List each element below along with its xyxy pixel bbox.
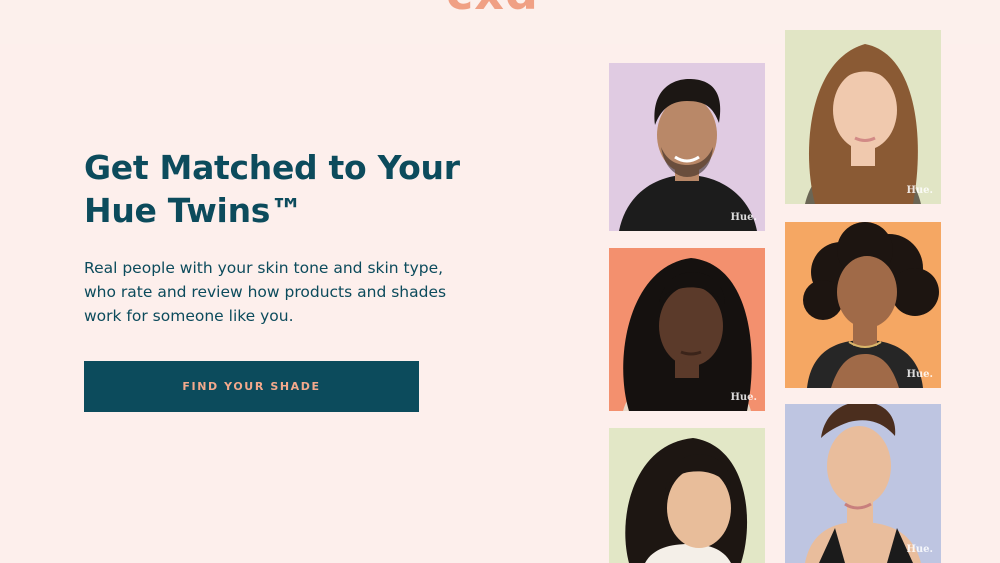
find-your-shade-label: FIND YOUR SHADE [182, 380, 321, 393]
hue-twin-photo-3: Hue. [609, 248, 765, 411]
hue-twin-photo-1: Hue. [609, 63, 765, 231]
hue-watermark-1: Hue. [730, 212, 757, 223]
portrait-man-lavender [619, 79, 757, 231]
hue-watermark-2: Hue. [906, 185, 933, 196]
hue-watermark-3: Hue. [730, 392, 757, 403]
hero-title-line-1: Get Matched to Your [84, 148, 460, 187]
hero-description-line-3: work for someone like you. [84, 307, 294, 325]
hero-description: Real people with your skin tone and skin… [84, 256, 504, 328]
find-your-shade-button[interactable]: FIND YOUR SHADE [84, 361, 419, 412]
portrait-woman-sage-bottom [625, 438, 748, 563]
hue-twin-photo-6: Hue. [785, 404, 941, 563]
hue-twin-photo-5 [609, 428, 765, 563]
hue-watermark-4: Hue. [906, 369, 933, 380]
brand-logo[interactable]: cxd [446, 0, 539, 16]
portrait-man-periwinkle [805, 404, 921, 563]
hue-twin-photo-4: Hue. [785, 222, 941, 388]
hero-title: Get Matched to Your Hue Twins™ [84, 146, 514, 232]
hero-description-line-2: who rate and review how products and sha… [84, 283, 447, 301]
portrait-woman-sage [805, 44, 921, 204]
portrait-woman-coral [623, 258, 752, 411]
hero-description-line-1: Real people with your skin tone and skin… [84, 259, 444, 277]
hero-title-line-2: Hue Twins™ [84, 191, 303, 230]
portrait-woman-orange [803, 222, 939, 388]
hue-twin-photo-2: Hue. [785, 30, 941, 204]
hue-watermark-6: Hue. [906, 544, 933, 555]
